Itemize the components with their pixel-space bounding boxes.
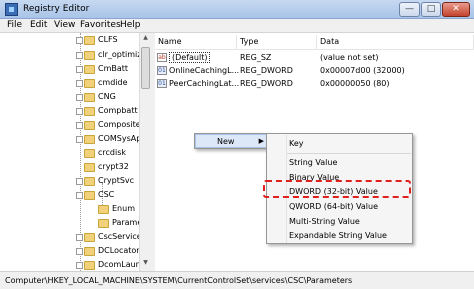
expand-toggle[interactable]	[76, 136, 83, 143]
expand-toggle[interactable]	[76, 178, 83, 185]
menu-favorites[interactable]: Favorites	[80, 20, 121, 30]
window-title: Registry Editor	[23, 4, 90, 14]
folder-icon	[84, 36, 95, 45]
expand-toggle[interactable]	[76, 248, 83, 255]
expand-toggle[interactable]	[76, 122, 83, 129]
folder-icon	[84, 93, 95, 102]
value-name: (Default)	[169, 52, 211, 63]
submenu-key[interactable]: Key	[289, 139, 304, 148]
folder-icon	[98, 219, 109, 228]
column-data-header[interactable]: Data	[317, 35, 474, 49]
close-button[interactable]: ✕	[442, 2, 470, 17]
expand-toggle[interactable]	[76, 94, 83, 101]
registry-editor-icon	[5, 3, 18, 16]
folder-icon	[84, 51, 95, 60]
context-menu: New ▶	[194, 133, 270, 149]
expand-toggle[interactable]	[76, 66, 83, 73]
folder-icon	[84, 163, 95, 172]
string-value-icon: ab	[157, 53, 167, 62]
menu-bar: File Edit View Favorites Help	[0, 19, 474, 33]
value-data: 0x00000050 (80)	[320, 79, 390, 88]
key-path: Computer\HKEY_LOCAL_MACHINE\SYSTEM\Curre…	[5, 276, 353, 285]
submenu-arrow-icon: ▶	[258, 137, 264, 145]
expand-toggle[interactable]	[76, 234, 83, 241]
value-data: (value not set)	[320, 53, 379, 62]
tree-scrollbar[interactable]: ▲ ▼	[139, 33, 150, 271]
submenu-multi-string-value[interactable]: Multi-String Value	[289, 217, 360, 226]
menu-separator	[287, 153, 411, 154]
value-type: REG_DWORD	[240, 79, 293, 88]
header-divider	[155, 49, 474, 50]
folder-icon	[98, 205, 109, 214]
value-name: PeerCachingLat...	[169, 79, 240, 88]
scroll-down-arrow-icon[interactable]: ▼	[141, 259, 150, 269]
folder-open-icon	[84, 191, 95, 200]
column-type-header[interactable]: Type	[237, 35, 317, 49]
submenu-expandable-string-value[interactable]: Expandable String Value	[289, 231, 387, 240]
folder-icon	[84, 247, 95, 256]
menu-file[interactable]: File	[7, 20, 22, 30]
expand-toggle[interactable]	[76, 37, 83, 44]
menu-edit[interactable]: Edit	[30, 20, 47, 30]
value-row[interactable]: ab (Default) REG_SZ (value not set)	[155, 52, 474, 64]
expand-toggle[interactable]	[76, 80, 83, 87]
value-name: OnlineCachingL...	[169, 66, 240, 75]
scroll-up-arrow-icon[interactable]: ▲	[141, 34, 150, 44]
folder-icon	[84, 79, 95, 88]
dword-value-icon: 01	[157, 66, 167, 75]
folder-icon	[84, 65, 95, 74]
maximize-button[interactable]: □	[421, 2, 441, 17]
menu-help[interactable]: Help	[120, 20, 141, 30]
folder-icon	[84, 121, 95, 130]
folder-icon	[84, 233, 95, 242]
minimize-button[interactable]: —	[399, 2, 420, 17]
submenu-qword-value[interactable]: QWORD (64-bit) Value	[289, 202, 378, 211]
collapse-toggle[interactable]	[76, 192, 83, 199]
value-type: REG_SZ	[240, 53, 272, 62]
submenu-string-value[interactable]: String Value	[289, 158, 337, 167]
folder-icon	[84, 107, 95, 116]
expand-toggle[interactable]	[76, 262, 83, 269]
value-row[interactable]: 01 PeerCachingLat... REG_DWORD 0x0000005…	[155, 78, 474, 90]
context-menu-new-label: New	[217, 137, 235, 146]
folder-icon	[84, 177, 95, 186]
dword-highlight-box	[263, 180, 411, 198]
value-row[interactable]: 01 OnlineCachingL... REG_DWORD 0x00007d0…	[155, 65, 474, 77]
folder-icon	[84, 149, 95, 158]
folder-icon	[84, 135, 95, 144]
scroll-thumb[interactable]	[141, 47, 150, 89]
menu-view[interactable]: View	[54, 20, 75, 30]
key-tree-pane: CLFS clr_optimiz CmBatt cmdide CNG Compb…	[0, 33, 150, 271]
dword-value-icon: 01	[157, 79, 167, 88]
expand-toggle[interactable]	[76, 108, 83, 115]
value-data: 0x00007d00 (32000)	[320, 66, 405, 75]
column-name-header[interactable]: Name	[155, 35, 237, 49]
value-type: REG_DWORD	[240, 66, 293, 75]
title-bar: Registry Editor — □ ✕	[0, 0, 474, 19]
status-bar: Computer\HKEY_LOCAL_MACHINE\SYSTEM\Curre…	[0, 271, 474, 289]
expand-toggle[interactable]	[76, 52, 83, 59]
folder-icon	[84, 261, 95, 270]
context-menu-new[interactable]: New ▶	[195, 134, 269, 148]
